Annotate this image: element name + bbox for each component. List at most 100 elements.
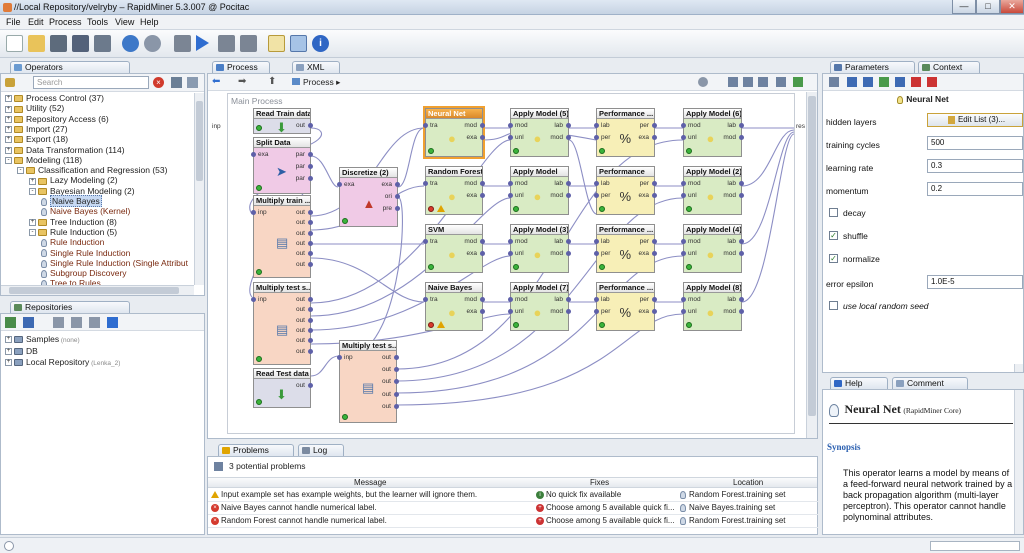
- port-connector[interactable]: [594, 239, 599, 244]
- input-port[interactable]: mod: [688, 180, 701, 187]
- stop-icon[interactable]: [240, 35, 257, 52]
- port-connector[interactable]: [739, 239, 744, 244]
- output-port[interactable]: mod: [723, 192, 736, 199]
- operator-read-train[interactable]: Read Train data out ⬇: [253, 108, 313, 134]
- tab-repositories[interactable]: Repositories: [10, 301, 130, 313]
- output-port[interactable]: per: [640, 122, 649, 129]
- port-connector[interactable]: [508, 123, 513, 128]
- port-connector[interactable]: [308, 164, 313, 169]
- save-as-icon[interactable]: [72, 35, 89, 52]
- port-connector[interactable]: [508, 181, 513, 186]
- input-port[interactable]: mod: [515, 296, 528, 303]
- output-port[interactable]: out: [296, 306, 305, 313]
- output-port[interactable]: out: [296, 209, 305, 216]
- input-port[interactable]: mod: [688, 122, 701, 129]
- input-port[interactable]: tra: [430, 180, 438, 187]
- input-port[interactable]: mod: [515, 122, 528, 129]
- output-port[interactable]: mod: [550, 250, 563, 257]
- expand-icon[interactable]: +: [5, 105, 12, 113]
- tab-operators[interactable]: Operators: [10, 61, 130, 73]
- col-fixes[interactable]: Fixes: [590, 478, 609, 488]
- output-port[interactable]: out: [296, 230, 305, 237]
- operator-group[interactable]: - Classification and Regression (53): [17, 165, 167, 175]
- sort-icon[interactable]: [187, 77, 198, 88]
- output-port[interactable]: out: [382, 403, 391, 410]
- param-tool-icon-7[interactable]: [927, 77, 937, 87]
- minimize-button[interactable]: —: [952, 0, 976, 14]
- expand-icon[interactable]: +: [5, 115, 12, 123]
- edit-list-button[interactable]: Edit List (3)...: [927, 113, 1023, 127]
- run-icon[interactable]: [196, 35, 209, 51]
- param-checkbox-shuffle[interactable]: ✓: [829, 231, 838, 240]
- new-process-icon[interactable]: [6, 35, 23, 52]
- input-port[interactable]: unl: [515, 134, 524, 141]
- input-port[interactable]: unl: [515, 250, 524, 257]
- output-port[interactable]: out: [382, 391, 391, 398]
- open-folder-icon[interactable]: [28, 35, 45, 52]
- operator-apply-7[interactable]: Apply Model (7) mod unl lab mod ●: [508, 282, 571, 331]
- problem-row[interactable]: × Random Forest cannot handle numerical l…: [208, 515, 818, 528]
- port-connector[interactable]: [508, 193, 513, 199]
- port-connector[interactable]: [251, 210, 256, 215]
- output-port[interactable]: lab: [727, 180, 736, 187]
- operator-apply-6[interactable]: Apply Model (6) mod unl lab mod ●: [681, 108, 744, 157]
- input-port[interactable]: mod: [688, 238, 701, 245]
- output-port[interactable]: out: [296, 348, 305, 355]
- port-connector[interactable]: [308, 348, 313, 354]
- input-port[interactable]: per: [601, 250, 610, 257]
- port-connector[interactable]: [739, 181, 744, 186]
- operator-perf-2[interactable]: Performance lab per per exa%: [594, 166, 657, 215]
- port-connector[interactable]: [394, 355, 399, 360]
- menu-view[interactable]: View: [115, 17, 134, 27]
- operator-random-forest[interactable]: Random Forest tra mod exa ●: [423, 166, 485, 215]
- operator-svm[interactable]: SVM tra mod exa ●: [423, 224, 485, 273]
- input-port[interactable]: per: [601, 192, 610, 199]
- output-port[interactable]: per: [640, 296, 649, 303]
- input-port[interactable]: tra: [430, 122, 438, 129]
- sync-icon[interactable]: [107, 317, 118, 328]
- output-port[interactable]: ori: [385, 193, 392, 200]
- param-checkbox-normalize[interactable]: ✓: [829, 254, 838, 263]
- problem-fix[interactable]: + Choose among 5 available quick fi...: [536, 502, 678, 514]
- port-connector[interactable]: [681, 251, 686, 257]
- input-port[interactable]: per: [601, 308, 610, 315]
- tab-help[interactable]: Help: [830, 377, 888, 389]
- new-operator-icon[interactable]: [5, 78, 15, 87]
- port-connector[interactable]: [308, 230, 313, 236]
- tab-xml[interactable]: XML: [292, 61, 340, 73]
- output-port[interactable]: out: [296, 240, 305, 247]
- undo-icon[interactable]: [122, 35, 139, 52]
- port-connector[interactable]: [508, 309, 513, 315]
- operator-group[interactable]: + Export (18): [5, 134, 68, 144]
- port-connector[interactable]: [508, 239, 513, 244]
- operator-group[interactable]: + Lazy Modeling (2): [29, 175, 118, 185]
- operator-perf-3[interactable]: Performance ... lab per per exa%: [594, 224, 657, 273]
- port-connector[interactable]: [681, 309, 686, 315]
- input-port[interactable]: inp: [344, 354, 353, 361]
- folder-icon[interactable]: [53, 317, 64, 328]
- output-port[interactable]: out: [382, 378, 391, 385]
- operator-group[interactable]: + Utility (52): [5, 103, 64, 113]
- forward-icon[interactable]: ➡: [238, 77, 250, 87]
- expand-icon[interactable]: +: [5, 347, 12, 355]
- output-port[interactable]: mod: [723, 134, 736, 141]
- output-port[interactable]: out: [296, 327, 305, 334]
- parameters-scrollbar[interactable]: [1014, 364, 1023, 372]
- port-connector[interactable]: [681, 123, 686, 128]
- wizard-icon[interactable]: [174, 35, 191, 52]
- port-connector[interactable]: [308, 210, 313, 215]
- operator-item[interactable]: Single Rule Induction (Single Attribut: [41, 258, 188, 268]
- operator-apply-4[interactable]: Apply Model (4) mod unl lab mod ●: [681, 224, 744, 273]
- search-input[interactable]: Search: [33, 76, 149, 89]
- port-connector[interactable]: [423, 297, 428, 302]
- info-icon[interactable]: i: [312, 35, 329, 52]
- input-port[interactable]: mod: [515, 180, 528, 187]
- operator-perf-4[interactable]: Performance ... lab per per exa%: [594, 282, 657, 331]
- port-connector[interactable]: [594, 251, 599, 257]
- collapse-icon[interactable]: -: [5, 157, 12, 165]
- port-connector[interactable]: [423, 123, 428, 128]
- input-port[interactable]: lab: [601, 296, 610, 303]
- input-port[interactable]: unl: [688, 192, 697, 199]
- auto-wire-icon[interactable]: [698, 77, 708, 87]
- param-input-learning-rate[interactable]: 0.3: [927, 159, 1023, 173]
